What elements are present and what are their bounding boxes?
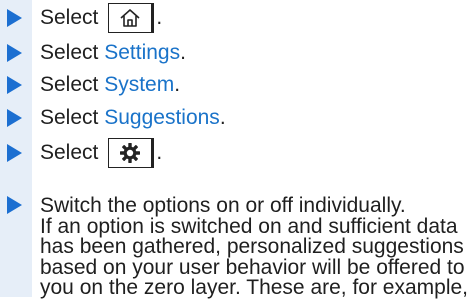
gear-key [108, 138, 155, 168]
step-switch-options: Switch the options on or off individuall… [40, 194, 470, 299]
system-link[interactable]: System [104, 67, 174, 103]
step-arrow-icon [7, 9, 22, 27]
step-prefix: Select [40, 41, 99, 64]
step-arrow-icon [7, 109, 22, 127]
step-arrow-icon [7, 76, 22, 94]
step-suffix: . [156, 6, 163, 29]
step-select-home: Select . [0, 0, 472, 36]
step-arrow-icon [7, 144, 22, 162]
step-prefix: Select [40, 141, 99, 164]
step-suffix: . [156, 141, 163, 164]
step-select-gear: Select . [0, 135, 472, 171]
home-key [108, 3, 155, 33]
paragraph-line: based on your user behavior will be offe… [40, 255, 465, 279]
step-suffix: . [180, 41, 186, 64]
paragraph-line: Switch the options on or off individuall… [40, 194, 406, 217]
gear-icon [120, 143, 141, 163]
step-select-suggestions: Select Suggestions. [0, 100, 472, 136]
paragraph-line: If an option is switched on and sufficie… [40, 214, 458, 238]
paragraph-line: has been gathered, personalized suggesti… [40, 235, 464, 258]
instruction-page: Select . Select Settings. Select System. [0, 0, 472, 299]
step-prefix: Select [40, 73, 99, 96]
step-select-settings: Select Settings. [0, 35, 472, 71]
step-suffix: . [174, 73, 181, 96]
settings-link[interactable]: Settings [104, 35, 180, 71]
step-arrow-icon [7, 44, 22, 62]
step-prefix: Select [40, 6, 99, 29]
paragraph-line: you on the zero layer. These are, for ex… [40, 276, 469, 299]
step-arrow-icon [7, 196, 22, 214]
step-select-system: Select System. [0, 67, 472, 103]
step-prefix: Select [40, 106, 99, 129]
suggestions-link[interactable]: Suggestions [104, 100, 220, 136]
home-icon [120, 9, 140, 27]
step-suffix: . [219, 106, 226, 129]
